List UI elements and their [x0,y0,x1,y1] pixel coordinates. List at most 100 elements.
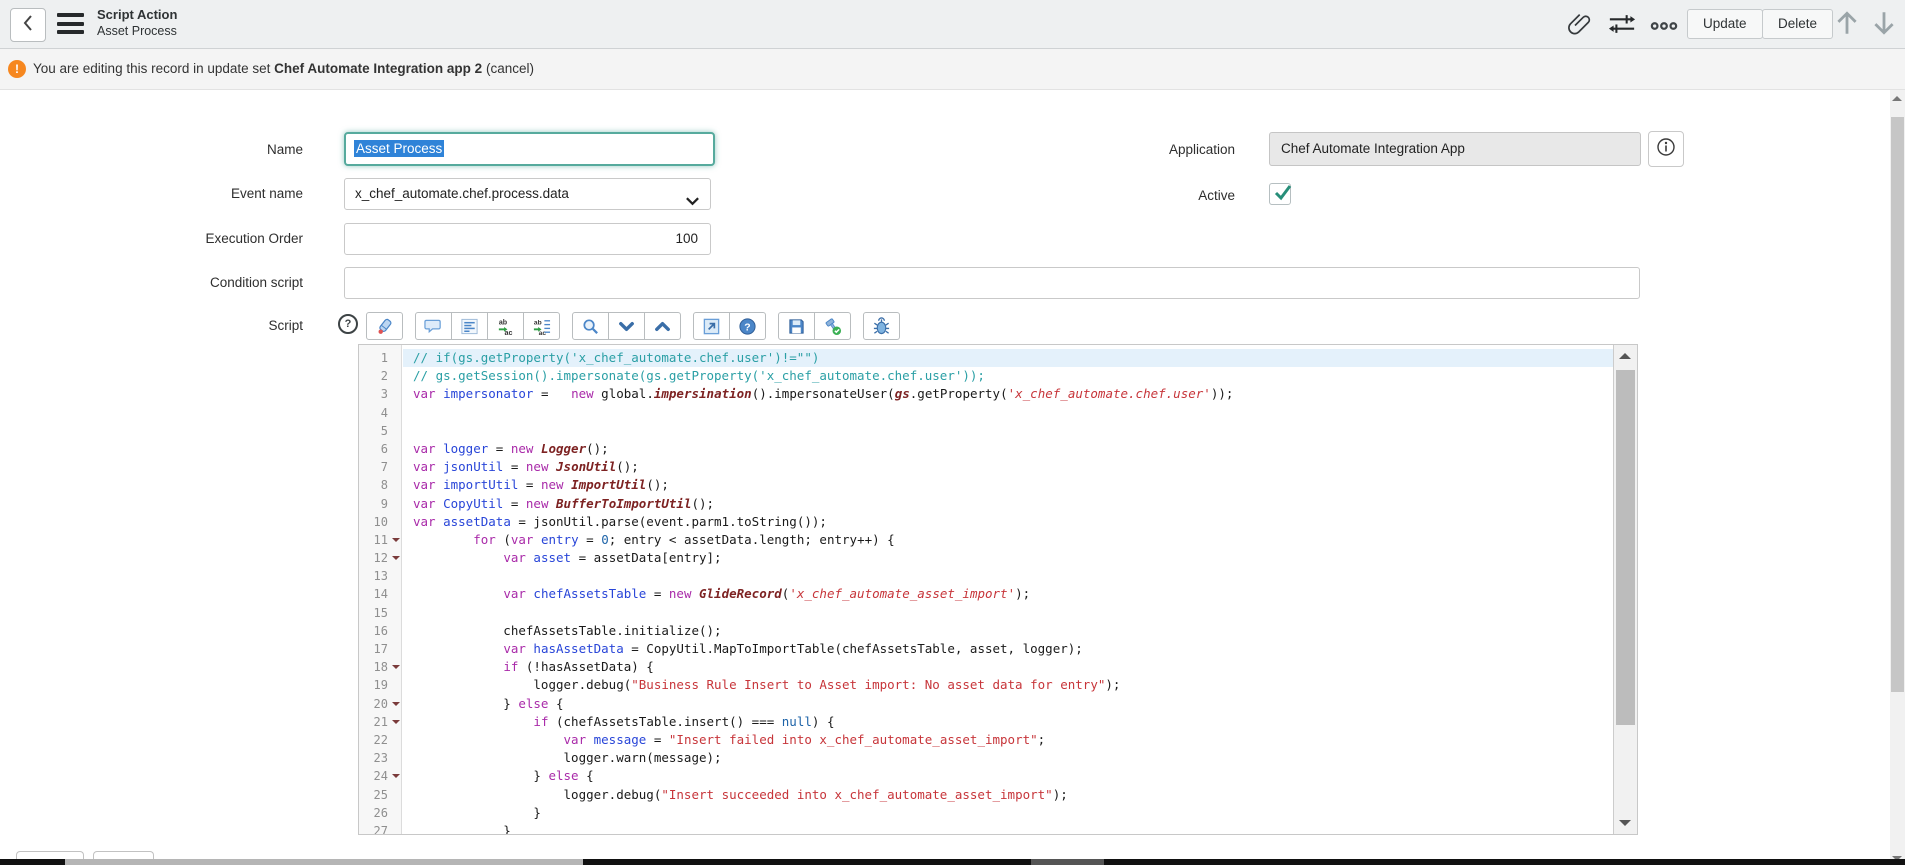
svg-text:?: ? [744,322,750,333]
code-line[interactable]: logger.debug("Business Rule Insert to As… [413,676,1613,694]
code-line[interactable]: var importUtil = new ImportUtil(); [413,476,1613,494]
context-menu-icon[interactable] [57,13,84,39]
fold-toggle-icon[interactable] [392,702,400,710]
code-line[interactable]: var chefAssetsTable = new GlideRecord('x… [413,585,1613,603]
code-line[interactable]: var asset = assetData[entry]; [413,549,1613,567]
code-line[interactable]: // gs.getSession().impersonate(gs.getPro… [413,367,1613,385]
editor-code[interactable]: // if(gs.getProperty('x_chef_automate.ch… [403,345,1613,834]
next-record-icon[interactable] [1872,9,1896,42]
line-number[interactable]: 12 [359,549,401,567]
code-line[interactable]: logger.warn(message); [413,749,1613,767]
code-line[interactable]: var CopyUtil = new BufferToImportUtil(); [413,495,1613,513]
script-help-toggle[interactable]: ? [338,314,358,334]
code-line[interactable]: chefAssetsTable.initialize(); [413,622,1613,640]
previous-record-icon[interactable] [1835,9,1859,42]
cancel-link[interactable]: (cancel) [486,61,534,76]
code-line[interactable]: for (var entry = 0; entry < assetData.le… [413,531,1613,549]
line-number: 27 [359,822,401,834]
condition-script-input[interactable] [344,267,1640,299]
application-info-button[interactable] [1648,131,1684,167]
more-options-icon[interactable] [1650,18,1678,36]
fold-toggle-icon[interactable] [392,774,400,782]
line-number: 8 [359,476,401,494]
editor-scroll-down-icon[interactable] [1619,820,1631,826]
code-line[interactable]: var impersonator = new global.impersinat… [413,385,1613,403]
line-number: 2 [359,367,401,385]
line-number: 26 [359,804,401,822]
active-checkbox[interactable] [1269,183,1291,205]
api-help-button[interactable]: ? [729,312,766,340]
code-line[interactable]: var hasAssetData = CopyUtil.MapToImportT… [413,640,1613,658]
code-line[interactable] [413,422,1613,440]
editor-scrollbar[interactable] [1613,345,1637,834]
page-scroll-up-icon[interactable] [1892,96,1902,101]
code-line[interactable]: var logger = new Logger(); [413,440,1613,458]
code-line[interactable]: } [413,822,1613,834]
save-button[interactable] [778,312,815,340]
code-line[interactable]: if (!hasAssetData) { [413,658,1613,676]
open-fullscreen-button[interactable] [693,312,730,340]
editor-gutter: 1234567891011121314151617181920212223242… [359,345,402,834]
update-set-name: Chef Automate Integration app 2 [274,61,482,76]
line-number: 3 [359,385,401,403]
format-text-button[interactable] [451,312,488,340]
line-number[interactable]: 11 [359,531,401,549]
event-name-label: Event name [150,178,303,210]
fold-toggle-icon[interactable] [392,665,400,673]
code-line[interactable]: } else { [413,767,1613,785]
find-next-button[interactable] [608,312,645,340]
fold-toggle-icon[interactable] [392,538,400,546]
page-scrollbar[interactable] [1890,90,1905,865]
line-number: 5 [359,422,401,440]
code-line[interactable]: // if(gs.getProperty('x_chef_automate.ch… [403,349,1613,367]
back-button[interactable] [10,8,46,42]
update-button[interactable]: Update [1687,9,1763,39]
line-number[interactable]: 20 [359,695,401,713]
code-line[interactable]: } else { [413,695,1613,713]
application-field: Chef Automate Integration App [1269,132,1641,166]
line-number: 16 [359,622,401,640]
chevron-down-icon [685,188,700,218]
line-number: 9 [359,495,401,513]
comment-code-button[interactable] [415,312,452,340]
line-number: 17 [359,640,401,658]
attachment-paperclip-icon[interactable] [1566,10,1592,43]
format-code-button[interactable] [366,312,403,340]
code-line[interactable] [413,404,1613,422]
code-line[interactable]: var jsonUtil = new JsonUtil(); [413,458,1613,476]
script-code-editor[interactable]: 1234567891011121314151617181920212223242… [358,344,1638,835]
search-button[interactable] [572,312,609,340]
script-debugger-button[interactable] [863,312,900,340]
code-line[interactable]: var assetData = jsonUtil.parse(event.par… [413,513,1613,531]
banner-prefix: You are editing this record in update se… [33,61,274,76]
line-number[interactable]: 24 [359,767,401,785]
name-input[interactable]: Asset Process [344,132,715,166]
editor-scroll-up-icon[interactable] [1619,353,1631,359]
active-label: Active [1000,185,1235,207]
fold-toggle-icon[interactable] [392,556,400,564]
line-number[interactable]: 21 [359,713,401,731]
template-toggle-icon[interactable] [1608,12,1636,41]
replace-button[interactable]: abac [487,312,524,340]
line-number: 6 [359,440,401,458]
editor-scrollbar-thumb[interactable] [1616,370,1635,725]
delete-button[interactable]: Delete [1762,9,1833,39]
event-name-select[interactable]: x_chef_automate.chef.process.data [344,178,711,210]
code-line[interactable]: var message = "Insert failed into x_chef… [413,731,1613,749]
page-scrollbar-thumb[interactable] [1891,117,1904,692]
update-set-banner: ! You are editing this record in update … [0,49,1905,90]
replace-all-button[interactable]: abac [523,312,560,340]
find-previous-button[interactable] [644,312,681,340]
execution-order-input[interactable]: 100 [344,223,711,255]
warning-icon: ! [8,60,26,78]
code-line[interactable] [413,567,1613,585]
svg-text:ac: ac [539,330,547,336]
code-line[interactable]: if (chefAssetsTable.insert() === null) { [413,713,1613,731]
bottom-edge-strip [0,859,1905,865]
line-number[interactable]: 18 [359,658,401,676]
code-line[interactable]: } [413,804,1613,822]
syntax-check-button[interactable] [814,312,851,340]
code-line[interactable] [413,604,1613,622]
fold-toggle-icon[interactable] [392,720,400,728]
code-line[interactable]: logger.debug("Insert succeeded into x_ch… [413,786,1613,804]
